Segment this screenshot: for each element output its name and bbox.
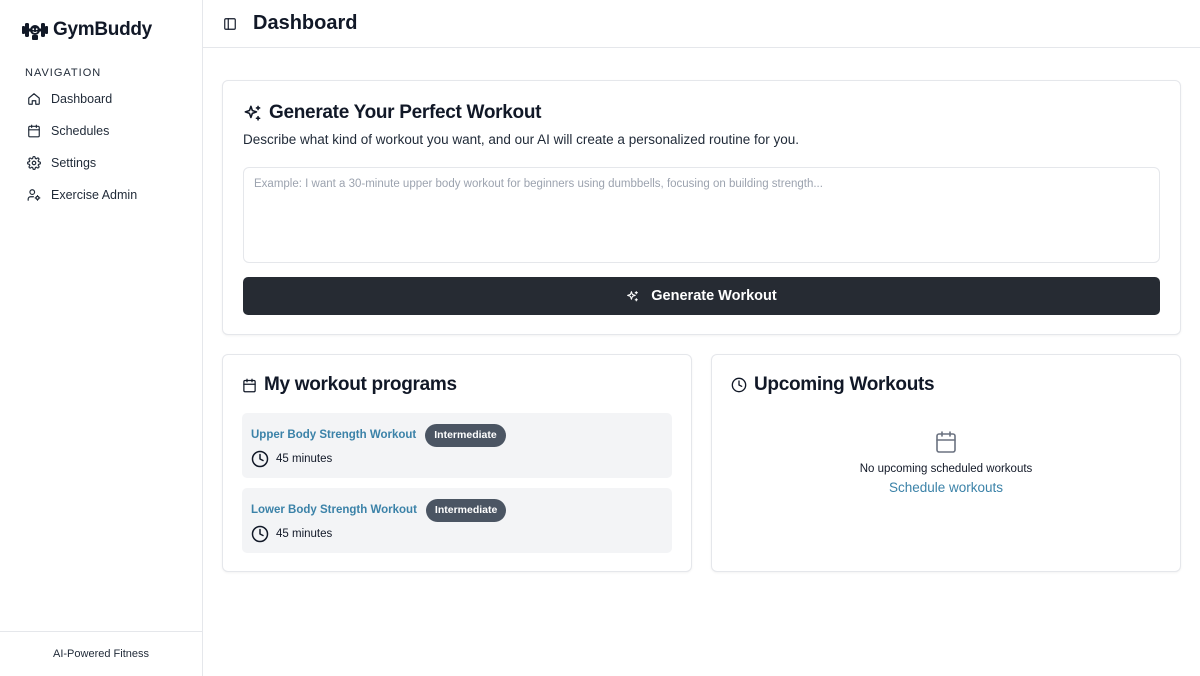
clock-icon xyxy=(731,377,747,393)
generate-button-label: Generate Workout xyxy=(651,288,777,304)
brand-name: GymBuddy xyxy=(53,19,152,40)
list-item: Upper Body Strength Workout Intermediate… xyxy=(242,413,672,478)
sparkles-icon xyxy=(243,104,262,123)
programs-title-text: My workout programs xyxy=(264,374,457,395)
generate-title-text: Generate Your Perfect Workout xyxy=(269,102,542,123)
app-shell: GymBuddy Navigation Dashboard Schedules xyxy=(0,0,1200,676)
calendar-icon xyxy=(934,430,958,454)
generate-description: Describe what kind of workout you want, … xyxy=(243,132,800,147)
nav-heading: Navigation xyxy=(25,67,102,79)
program-duration: 45 minutes xyxy=(276,528,333,540)
calendar-icon xyxy=(242,378,257,393)
user-cog-icon xyxy=(27,188,41,202)
sidebar-item-settings[interactable]: Settings xyxy=(10,147,192,179)
sparkles-icon xyxy=(626,290,639,303)
sidebar-item-dashboard[interactable]: Dashboard xyxy=(10,83,192,115)
list-item: Lower Body Strength Workout Intermediate… xyxy=(242,488,672,553)
upcoming-workouts-card: Upcoming Workouts No upcoming scheduled … xyxy=(711,354,1181,572)
brand[interactable]: GymBuddy xyxy=(0,0,202,48)
sidebar-item-label: Schedules xyxy=(51,124,110,138)
generate-workout-card: Generate Your Perfect Workout Describe w… xyxy=(222,80,1181,335)
program-link[interactable]: Upper Body Strength Workout xyxy=(251,429,416,441)
home-icon xyxy=(27,92,41,106)
cards-row: My workout programs Upper Body Strength … xyxy=(222,354,1181,572)
topbar: Dashboard xyxy=(203,0,1200,48)
clock-icon xyxy=(251,450,269,468)
sidebar-nav: Dashboard Schedules Settings Exercise Ad… xyxy=(0,83,202,211)
gear-icon xyxy=(27,156,41,170)
upcoming-card-title: Upcoming Workouts xyxy=(731,374,1161,396)
workout-prompt-input[interactable] xyxy=(243,167,1160,263)
empty-state-text: No upcoming scheduled workouts xyxy=(859,463,1033,475)
generate-card-title: Generate Your Perfect Workout xyxy=(243,102,1160,124)
sidebar-footer: AI-Powered Fitness xyxy=(0,631,202,676)
sidebar-item-label: Settings xyxy=(51,156,97,170)
workout-programs-card: My workout programs Upper Body Strength … xyxy=(222,354,692,572)
schedule-workouts-link[interactable]: Schedule workouts xyxy=(889,480,1003,495)
difficulty-badge: Intermediate xyxy=(425,498,507,522)
programs-card-title: My workout programs xyxy=(242,374,672,396)
page-title: Dashboard xyxy=(253,12,358,34)
sidebar-item-schedules[interactable]: Schedules xyxy=(10,115,192,147)
sidebar-toggle-icon[interactable] xyxy=(223,17,237,31)
difficulty-badge: Intermediate xyxy=(425,423,506,447)
content: Generate Your Perfect Workout Describe w… xyxy=(203,48,1200,572)
sidebar: GymBuddy Navigation Dashboard Schedules xyxy=(0,0,203,676)
generate-workout-button[interactable]: Generate Workout xyxy=(243,277,1160,315)
program-duration: 45 minutes xyxy=(276,453,333,465)
sidebar-item-label: Exercise Admin xyxy=(51,188,138,202)
sidebar-item-label: Dashboard xyxy=(51,92,113,106)
dumbbell-logo-icon xyxy=(21,18,49,42)
upcoming-title-text: Upcoming Workouts xyxy=(754,374,935,395)
sidebar-item-exercise-admin[interactable]: Exercise Admin xyxy=(10,179,192,211)
empty-state: No upcoming scheduled workouts Schedule … xyxy=(731,430,1161,495)
calendar-icon xyxy=(27,124,41,138)
program-link[interactable]: Lower Body Strength Workout xyxy=(251,504,417,516)
clock-icon xyxy=(251,525,269,543)
main: Dashboard Generate Your Perfect Workout … xyxy=(203,0,1200,676)
